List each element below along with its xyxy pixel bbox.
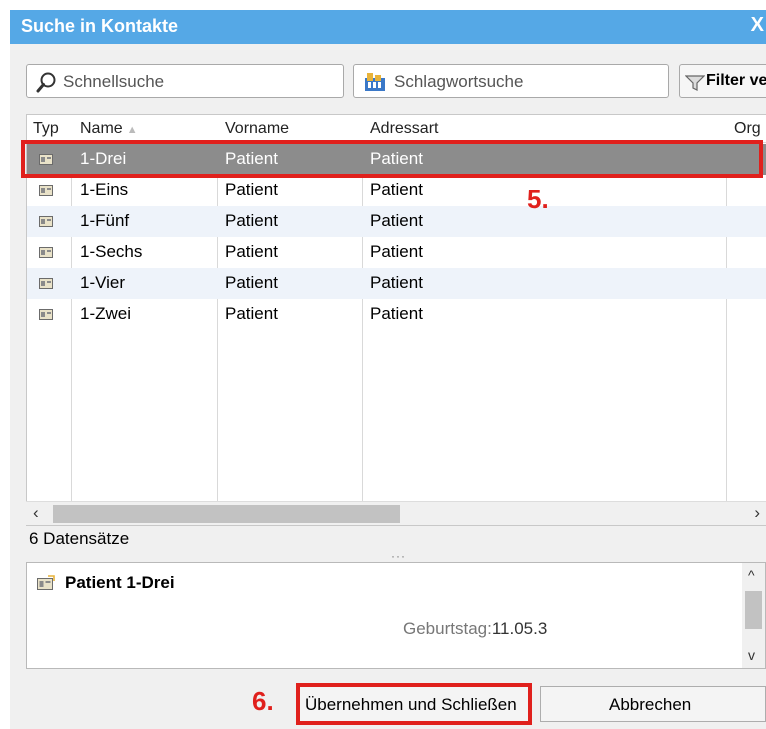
cancel-label: Abbrechen (609, 695, 692, 714)
column-header-name-label: Name (80, 120, 123, 137)
detail-title: Patient 1-Drei (65, 573, 175, 592)
keyword-search-icon (365, 73, 385, 91)
contact-card-icon (39, 185, 53, 196)
column-header-name[interactable]: Name ▲ (80, 120, 138, 138)
cell-vorname: Patient (225, 273, 278, 292)
filter-icon (685, 75, 705, 91)
quick-search-input[interactable]: Schnellsuche (26, 64, 344, 98)
keyword-search-button[interactable]: Schlagwortsuche (353, 64, 669, 98)
table-row[interactable]: 1-Fünf Patient Patient (27, 206, 766, 237)
highlight-selected-row (21, 140, 763, 178)
step-6-marker: 6. (252, 686, 274, 716)
table-header: Typ Name ▲ Vorname Adressart Org (27, 115, 766, 143)
close-icon[interactable]: X (751, 14, 764, 37)
record-count: 6 Datensätze (29, 529, 130, 548)
detail-vertical-scrollbar[interactable]: ^ v (742, 563, 765, 668)
cell-adressart: Patient (370, 211, 423, 230)
contact-card-icon (37, 575, 55, 590)
cell-vorname: Patient (225, 180, 278, 199)
cell-vorname: Patient (225, 304, 278, 323)
contact-card-icon (39, 216, 53, 227)
filter-label: Filter ve (706, 72, 766, 89)
column-header-adressart[interactable]: Adressart (370, 120, 438, 138)
cell-name: 1-Vier (80, 273, 126, 292)
window-title: Suche in Kontakte (21, 16, 179, 36)
birthday-label: Geburtstag: (403, 619, 492, 638)
scrollbar-thumb[interactable] (53, 505, 400, 523)
quick-search-placeholder: Schnellsuche (63, 72, 165, 91)
cell-name: 1-Fünf (80, 211, 130, 230)
step-5-marker: 5. (527, 184, 549, 214)
detail-panel: Patient 1-Drei Geburtstag:11.05.3 ^ v (26, 562, 766, 669)
highlight-apply-button (296, 683, 532, 725)
cell-adressart: Patient (370, 242, 423, 261)
table-row[interactable]: 1-Eins Patient Patient (27, 175, 766, 206)
title-bar: Suche in Kontakte X (10, 10, 766, 44)
contact-card-icon (39, 309, 53, 320)
contact-card-icon (39, 278, 53, 289)
table-row[interactable]: 1-Vier Patient Patient (27, 268, 766, 299)
sort-ascending-icon: ▲ (126, 124, 138, 136)
cell-vorname: Patient (225, 242, 278, 261)
search-icon (36, 72, 56, 93)
cancel-button[interactable]: Abbrechen (540, 686, 766, 722)
birthday-value: 11.05.3 (491, 619, 548, 638)
column-header-typ[interactable]: Typ (33, 120, 59, 138)
table-row[interactable]: 1-Zwei Patient Patient (27, 299, 766, 330)
scroll-up-icon[interactable]: ^ (748, 567, 755, 583)
cell-adressart: Patient (370, 304, 423, 323)
splitter-grip-icon[interactable]: ··· (391, 549, 406, 563)
cell-vorname: Patient (225, 211, 278, 230)
cell-adressart: Patient (370, 180, 423, 199)
cell-name: 1-Sechs (80, 242, 143, 261)
column-header-vorname[interactable]: Vorname (225, 120, 289, 138)
keyword-search-label: Schlagwortsuche (394, 72, 524, 91)
scroll-left-icon[interactable]: ‹ (33, 503, 39, 523)
column-header-org[interactable]: Org (734, 120, 761, 138)
scroll-right-icon[interactable]: › (754, 503, 760, 523)
scrollbar-thumb[interactable] (745, 591, 762, 629)
cell-name: 1-Eins (80, 180, 129, 199)
filter-button[interactable]: Filter ve (679, 64, 766, 98)
scroll-down-icon[interactable]: v (748, 647, 755, 663)
contact-card-icon (39, 247, 53, 258)
horizontal-scrollbar[interactable]: ‹ › (26, 501, 766, 525)
cell-adressart: Patient (370, 273, 423, 292)
detail-birthday: Geburtstag:11.05.3 (403, 619, 547, 639)
cell-name: 1-Zwei (80, 304, 132, 323)
table-row[interactable]: 1-Sechs Patient Patient (27, 237, 766, 268)
